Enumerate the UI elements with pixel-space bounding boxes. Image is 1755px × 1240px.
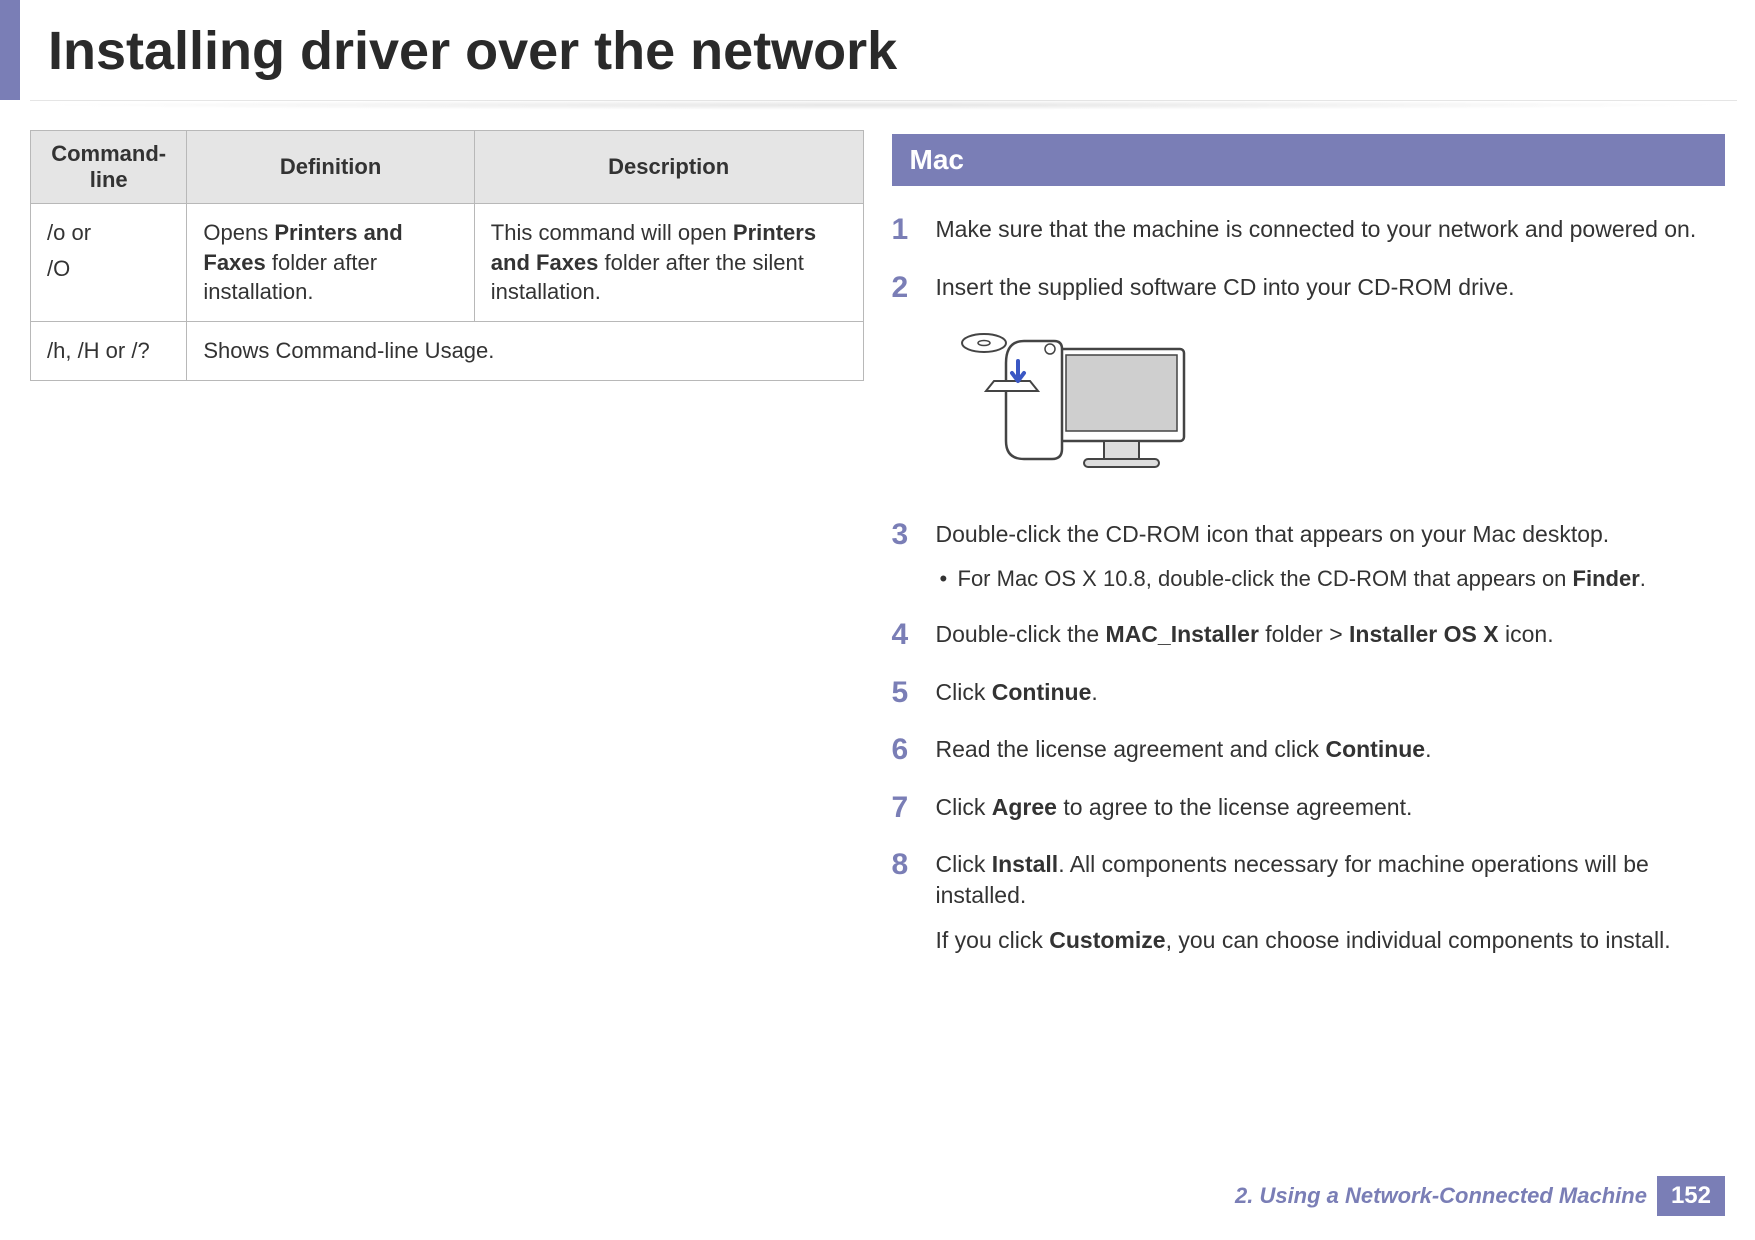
cmd-text: /h, /H or /? <box>47 338 150 363</box>
step-text: Make sure that the machine is connected … <box>936 216 1697 242</box>
step-body: Read the license agreement and click Con… <box>936 734 1726 765</box>
step-body: Make sure that the machine is connected … <box>936 214 1726 245</box>
step-body: Double-click the CD-ROM icon that appear… <box>936 519 1726 594</box>
step-bold: MAC_Installer <box>1106 621 1259 647</box>
step-text: . <box>1425 736 1431 762</box>
cell-command: /o or /O <box>31 204 187 322</box>
step-body: Click Install. All components necessary … <box>936 849 1726 956</box>
th-definition: Definition <box>187 131 474 204</box>
section-header-mac: Mac <box>892 134 1726 186</box>
step-text: If you click <box>936 927 1050 953</box>
cmd-text: /o or <box>47 220 91 245</box>
page-title: Installing driver over the network <box>0 0 1755 100</box>
cd-computer-illustration <box>954 321 1726 481</box>
step-item: 8 Click Install. All components necessar… <box>892 849 1726 956</box>
cell-command: /h, /H or /? <box>31 322 187 381</box>
table-row: /h, /H or /? Shows Command-line Usage. <box>31 322 864 381</box>
step-body: Insert the supplied software CD into you… <box>936 272 1726 493</box>
cell-definition: Opens Printers and Faxes folder after in… <box>187 204 474 322</box>
step-number: 8 <box>892 849 936 881</box>
step-text: Double-click the <box>936 621 1106 647</box>
step-item: 1 Make sure that the machine is connecte… <box>892 214 1726 246</box>
content-columns: Command- line Definition Description /o … <box>0 110 1755 982</box>
mac-steps-list: 1 Make sure that the machine is connecte… <box>892 214 1726 956</box>
step-text: icon. <box>1499 621 1554 647</box>
step-text: to agree to the license agreement. <box>1057 794 1412 820</box>
right-column: Mac 1 Make sure that the machine is conn… <box>892 130 1726 982</box>
step-sub-item: For Mac OS X 10.8, double-click the CD-R… <box>936 564 1726 594</box>
cell-description: This command will open Printers and Faxe… <box>474 204 863 322</box>
step-number: 1 <box>892 214 936 246</box>
cmd-text: /O <box>47 254 170 284</box>
th-description: Description <box>474 131 863 204</box>
step-extra: If you click Customize, you can choose i… <box>936 925 1726 956</box>
step-bold: Continue <box>1325 736 1425 762</box>
table-row: /o or /O Opens Printers and Faxes folder… <box>31 204 864 322</box>
command-line-table: Command- line Definition Description /o … <box>30 130 864 381</box>
step-text: , you can choose individual components t… <box>1166 927 1671 953</box>
step-bold: Install <box>992 851 1058 877</box>
step-text: Double-click the CD-ROM icon that appear… <box>936 521 1610 547</box>
step-number: 4 <box>892 619 936 651</box>
page-footer: 2. Using a Network-Connected Machine 152 <box>1235 1176 1725 1216</box>
step-text: Read the license agreement and click <box>936 736 1326 762</box>
title-accent <box>0 0 20 100</box>
step-number: 3 <box>892 519 936 551</box>
step-text: Click <box>936 679 992 705</box>
step-bold: Finder <box>1573 566 1640 591</box>
step-text: . <box>1091 679 1097 705</box>
step-bold: Agree <box>992 794 1057 820</box>
step-item: 5 Click Continue. <box>892 677 1726 709</box>
table-header-row: Command- line Definition Description <box>31 131 864 204</box>
step-item: 3 Double-click the CD-ROM icon that appe… <box>892 519 1726 594</box>
step-text: Click <box>936 851 992 877</box>
cell-definition: Shows Command-line Usage. <box>187 322 863 381</box>
def-text: Opens <box>203 220 274 245</box>
desc-text: This command will open <box>491 220 733 245</box>
step-item: 6 Read the license agreement and click C… <box>892 734 1726 766</box>
step-text: Insert the supplied software CD into you… <box>936 274 1515 300</box>
th-command: Command- line <box>31 131 187 204</box>
step-body: Click Continue. <box>936 677 1726 708</box>
footer-chapter: 2. Using a Network-Connected Machine <box>1235 1183 1647 1209</box>
step-item: 7 Click Agree to agree to the license ag… <box>892 792 1726 824</box>
step-number: 2 <box>892 272 936 304</box>
step-text: For Mac OS X 10.8, double-click the CD-R… <box>958 566 1573 591</box>
step-bold: Installer OS X <box>1349 621 1499 647</box>
footer-page-number: 152 <box>1657 1176 1725 1216</box>
title-divider <box>30 100 1737 110</box>
step-number: 7 <box>892 792 936 824</box>
step-text: . <box>1640 566 1646 591</box>
step-number: 5 <box>892 677 936 709</box>
step-item: 4 Double-click the MAC_Installer folder … <box>892 619 1726 651</box>
step-bold: Customize <box>1049 927 1165 953</box>
page-title-text: Installing driver over the network <box>48 21 897 81</box>
step-bold: Continue <box>992 679 1092 705</box>
def-text: Shows Command-line Usage. <box>203 338 494 363</box>
illustration-icon <box>954 321 1194 481</box>
step-number: 6 <box>892 734 936 766</box>
step-text: Click <box>936 794 992 820</box>
step-body: Click Agree to agree to the license agre… <box>936 792 1726 823</box>
section-header-label: Mac <box>910 144 964 175</box>
left-column: Command- line Definition Description /o … <box>30 130 864 982</box>
step-text: folder > <box>1259 621 1349 647</box>
step-item: 2 Insert the supplied software CD into y… <box>892 272 1726 493</box>
step-body: Double-click the MAC_Installer folder > … <box>936 619 1726 650</box>
